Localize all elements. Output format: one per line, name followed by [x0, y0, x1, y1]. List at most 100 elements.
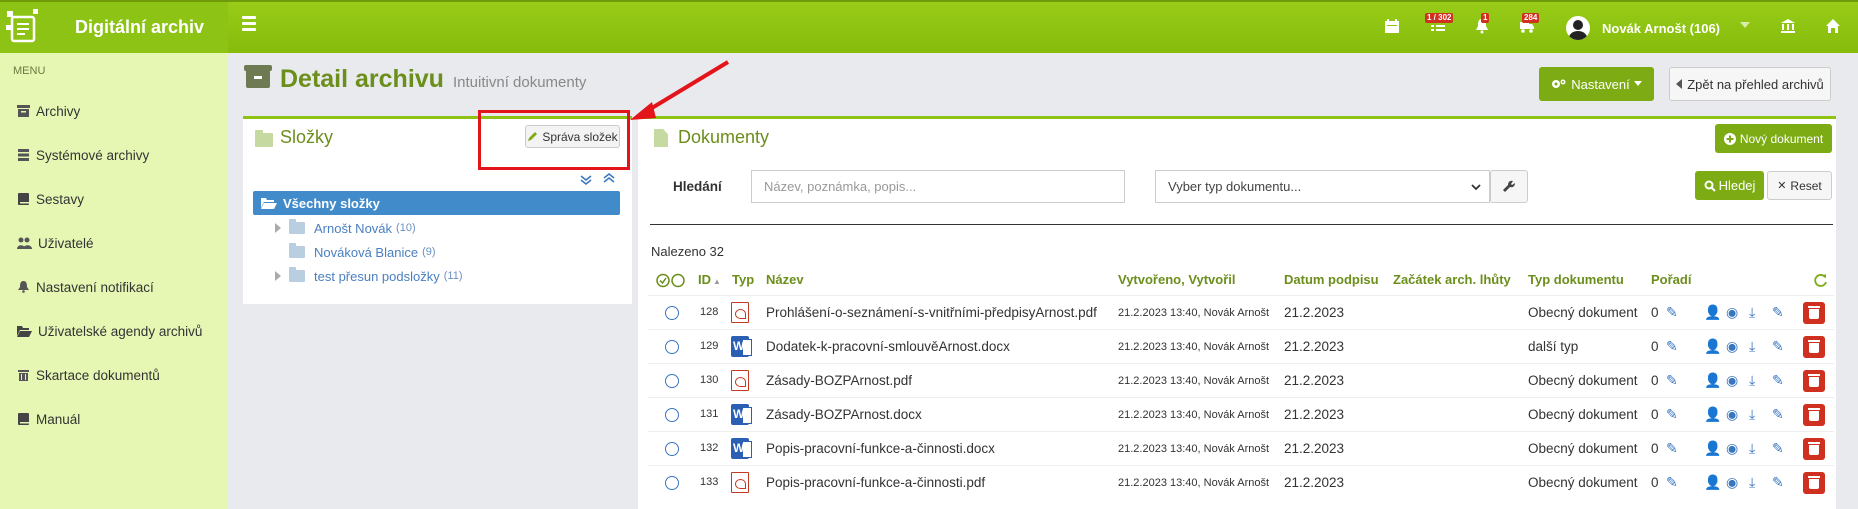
pencil-icon[interactable]: ✎	[1772, 305, 1786, 320]
sidebar-item-users[interactable]: Uživatelé	[17, 233, 94, 253]
tree-item[interactable]: Nováková Blanice (9)	[289, 243, 436, 261]
pencil-icon[interactable]: ✎	[1666, 441, 1680, 456]
user-icon[interactable]: 👤	[1704, 441, 1721, 456]
sidebar-item-archives[interactable]: Archivy	[17, 101, 80, 121]
row-select-radio[interactable]	[665, 476, 679, 490]
collapse-all-icon[interactable]	[603, 172, 615, 184]
sidebar-item-reports[interactable]: Sestavy	[17, 189, 84, 209]
row-order: 0	[1651, 475, 1659, 490]
column-header-id[interactable]: ID ▲	[698, 272, 721, 287]
app-title[interactable]: Digitální archiv	[75, 17, 204, 38]
download-icon[interactable]: ⤓	[1749, 339, 1763, 354]
row-name[interactable]: Zásady-BOZPArnost.pdf	[766, 373, 912, 388]
download-icon[interactable]: ⤓	[1749, 407, 1763, 422]
book-icon	[18, 413, 29, 425]
pencil-icon[interactable]: ✎	[1772, 339, 1786, 354]
column-header-order[interactable]: Pořadí	[1651, 272, 1691, 287]
row-select-radio[interactable]	[665, 442, 679, 456]
settings-button[interactable]: Nastavení	[1539, 67, 1654, 101]
user-icon[interactable]: 👤	[1704, 305, 1721, 320]
user-icon[interactable]: 👤	[1704, 407, 1721, 422]
expand-all-icon[interactable]	[580, 174, 592, 186]
pencil-icon[interactable]: ✎	[1666, 407, 1680, 422]
sidebar-item-notification-settings[interactable]: Nastavení notifikací	[17, 277, 154, 297]
expand-caret-icon[interactable]	[275, 223, 281, 233]
row-select-radio[interactable]	[665, 374, 679, 388]
column-header-type[interactable]: Typ	[732, 272, 754, 287]
row-name[interactable]: Zásady-BOZPArnost.docx	[766, 407, 922, 422]
delete-button[interactable]	[1803, 472, 1825, 494]
pencil-icon[interactable]: ✎	[1772, 441, 1786, 456]
column-header-name[interactable]: Název	[766, 272, 804, 287]
search-button[interactable]: Hledej	[1695, 171, 1764, 200]
eye-icon[interactable]: ◉	[1726, 373, 1740, 388]
search-input[interactable]: Název, poznámka, popis...	[751, 170, 1125, 203]
download-icon[interactable]: ⤓	[1749, 373, 1763, 388]
row-name[interactable]: Popis-pracovní-funkce-a-činnosti.docx	[766, 441, 995, 456]
download-icon[interactable]: ⤓	[1749, 441, 1763, 456]
chevron-down-icon[interactable]	[1740, 22, 1750, 30]
download-icon[interactable]: ⤓	[1749, 475, 1763, 490]
column-header-signed[interactable]: Datum podpisu	[1284, 272, 1379, 287]
menu-toggle-icon[interactable]	[242, 16, 256, 32]
table-row[interactable]: 128 Prohlášení-o-seznámení-s-vnitřními-p…	[648, 295, 1834, 329]
document-type-select[interactable]: Vyber typ dokumentu...	[1155, 170, 1490, 203]
column-header-archive-start[interactable]: Začátek arch. lhůty	[1393, 272, 1511, 287]
eye-icon[interactable]: ◉	[1726, 339, 1740, 354]
institution-icon[interactable]	[1779, 18, 1797, 34]
row-select-radio[interactable]	[665, 340, 679, 354]
delete-button[interactable]	[1803, 302, 1825, 324]
advanced-search-button[interactable]	[1490, 170, 1528, 203]
archive-icon	[244, 65, 272, 88]
table-row[interactable]: 131 Zásady-BOZPArnost.docx 21.2.2023 13:…	[648, 397, 1834, 431]
user-icon[interactable]: 👤	[1704, 339, 1721, 354]
table-row[interactable]: 130 Zásady-BOZPArnost.pdf 21.2.2023 13:4…	[648, 363, 1834, 397]
reset-button[interactable]: ✕ Reset	[1767, 171, 1832, 200]
pencil-icon[interactable]: ✎	[1666, 305, 1680, 320]
pencil-icon[interactable]: ✎	[1772, 407, 1786, 422]
new-document-button[interactable]: Nový dokument	[1715, 124, 1832, 153]
calendar-icon[interactable]	[1383, 18, 1401, 34]
pencil-icon[interactable]: ✎	[1772, 373, 1786, 388]
select-all-icon[interactable]	[656, 273, 686, 288]
pencil-icon[interactable]: ✎	[1666, 475, 1680, 490]
tree-item[interactable]: test přesun podsložky (11)	[289, 267, 462, 285]
column-header-document-type[interactable]: Typ dokumentu	[1528, 272, 1624, 287]
pencil-icon[interactable]: ✎	[1666, 339, 1680, 354]
delete-button[interactable]	[1803, 438, 1825, 460]
eye-icon[interactable]: ◉	[1726, 475, 1740, 490]
expand-caret-icon[interactable]	[275, 271, 281, 281]
table-row[interactable]: 129 Dodatek-k-pracovní-smlouvěArnost.doc…	[648, 329, 1834, 363]
delete-button[interactable]	[1803, 404, 1825, 426]
eye-icon[interactable]: ◉	[1726, 407, 1740, 422]
back-to-archives-button[interactable]: Zpět na přehled archivů	[1669, 67, 1831, 101]
delete-button[interactable]	[1803, 370, 1825, 392]
download-icon[interactable]: ⤓	[1749, 305, 1763, 320]
delete-button[interactable]	[1803, 336, 1825, 358]
row-name[interactable]: Prohlášení-o-seznámení-s-vnitřními-předp…	[766, 305, 1097, 320]
pencil-icon[interactable]: ✎	[1666, 373, 1680, 388]
row-name[interactable]: Dodatek-k-pracovní-smlouvěArnost.docx	[766, 339, 1010, 354]
pencil-icon[interactable]: ✎	[1772, 475, 1786, 490]
sidebar-item-manual[interactable]: Manuál	[17, 409, 80, 429]
row-name[interactable]: Popis-pracovní-funkce-a-činnosti.pdf	[766, 475, 985, 490]
sidebar-item-system-archives[interactable]: Systémové archivy	[17, 145, 149, 165]
sidebar-item-shredding[interactable]: Skartace dokumentů	[17, 365, 160, 385]
home-icon[interactable]	[1824, 18, 1842, 34]
table-row[interactable]: 132 Popis-pracovní-funkce-a-činnosti.doc…	[648, 431, 1834, 465]
row-id: 130	[700, 374, 719, 386]
tree-item[interactable]: Arnošt Novák (10)	[289, 219, 416, 237]
sidebar-item-label: Uživatelé	[38, 235, 94, 251]
eye-icon[interactable]: ◉	[1726, 441, 1740, 456]
row-select-radio[interactable]	[665, 306, 679, 320]
row-select-radio[interactable]	[665, 408, 679, 422]
table-row[interactable]: 133 Popis-pracovní-funkce-a-činnosti.pdf…	[648, 465, 1834, 499]
user-icon[interactable]: 👤	[1704, 373, 1721, 388]
tree-all-folders[interactable]: Všechny složky	[253, 191, 620, 215]
eye-icon[interactable]: ◉	[1726, 305, 1740, 320]
sidebar-item-user-agendas[interactable]: Uživatelské agendy archivů	[17, 321, 202, 341]
column-header-created[interactable]: Vytvořeno, Vytvořil	[1118, 272, 1236, 287]
row-signed: 21.2.2023	[1284, 475, 1345, 490]
user-icon[interactable]: 👤	[1704, 475, 1721, 490]
refresh-icon[interactable]	[1813, 273, 1828, 288]
